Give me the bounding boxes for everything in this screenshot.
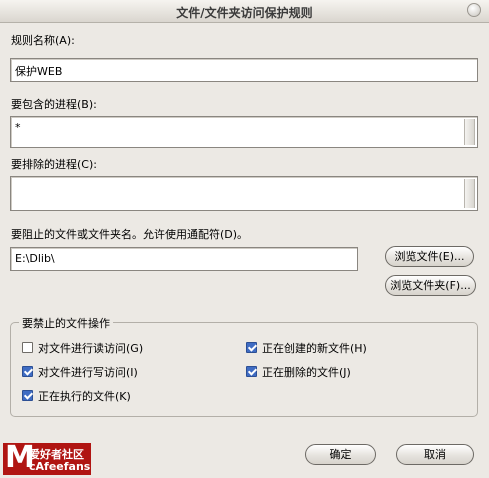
- block-files-label: 要阻止的文件或文件夹名。允许使用通配符(D)。: [11, 228, 249, 241]
- include-scrollbar[interactable]: [464, 119, 475, 145]
- title-bar: 文件/文件夹访问保护规则: [0, 0, 489, 23]
- mcafeefans-logo: M 爱好者社区 cAfeefans: [3, 442, 91, 475]
- create-new-file-label[interactable]: 正在创建的新文件(H): [262, 340, 367, 356]
- execute-file-checkbox[interactable]: [22, 390, 33, 401]
- read-access-label[interactable]: 对文件进行读访问(G): [38, 340, 143, 356]
- include-processes-value: *: [15, 121, 21, 134]
- browse-file-button[interactable]: 浏览文件(E)...: [385, 246, 474, 267]
- window-title: 文件/文件夹访问保护规则: [176, 6, 313, 20]
- rule-name-value: 保护WEB: [15, 65, 63, 78]
- close-icon[interactable]: [467, 3, 481, 17]
- block-files-value: E:\Dlib\: [15, 252, 55, 265]
- delete-file-checkbox[interactable]: [246, 366, 257, 377]
- logo-bottom-text: cAfeefans: [29, 460, 91, 473]
- include-processes-input[interactable]: *: [10, 116, 478, 148]
- operations-group-title: 要禁止的文件操作: [19, 315, 113, 331]
- block-files-input[interactable]: E:\Dlib\: [10, 247, 358, 271]
- exclude-processes-label: 要排除的进程(C):: [11, 158, 97, 171]
- exclude-scrollbar[interactable]: [464, 179, 475, 208]
- browse-folder-button[interactable]: 浏览文件夹(F)...: [385, 275, 476, 296]
- write-access-checkbox[interactable]: [22, 366, 33, 377]
- create-new-file-checkbox[interactable]: [246, 342, 257, 353]
- rule-name-input[interactable]: 保护WEB: [10, 58, 478, 82]
- execute-file-label[interactable]: 正在执行的文件(K): [38, 388, 131, 404]
- cancel-button[interactable]: 取消: [396, 444, 474, 465]
- write-access-label[interactable]: 对文件进行写访问(I): [38, 364, 138, 380]
- include-processes-label: 要包含的进程(B):: [11, 98, 97, 111]
- ok-button[interactable]: 确定: [305, 444, 376, 465]
- exclude-processes-input[interactable]: [10, 176, 478, 211]
- rule-name-label: 规则名称(A):: [11, 34, 75, 47]
- read-access-checkbox[interactable]: [22, 342, 33, 353]
- delete-file-label[interactable]: 正在删除的文件(J): [262, 364, 351, 380]
